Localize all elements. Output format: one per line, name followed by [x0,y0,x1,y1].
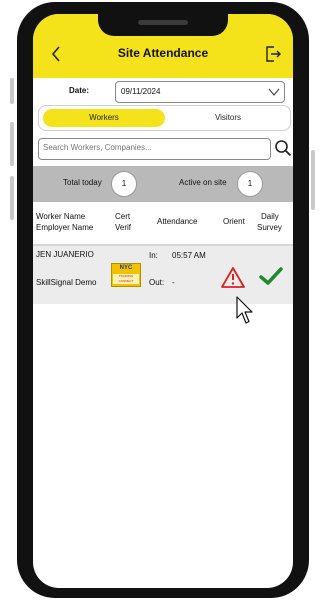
employer-name: SkillSignal Demo [36,278,97,287]
phone-side-button [10,78,14,104]
header-survey: Survey [257,223,282,232]
cert-logo-top: NYC [112,264,140,273]
search-icon[interactable] [274,139,292,157]
chevron-left-icon [51,46,60,62]
logout-icon [266,46,281,62]
search-box [38,138,271,160]
worker-name: JEN JUANERIO [36,250,94,259]
phone-side-button [10,176,14,220]
app-screen: Site Attendance Date: 09/11/2024 Workers… [33,14,293,588]
active-on-site-count: 1 [237,171,263,197]
in-label: In: [149,251,158,260]
out-label: Out: [149,278,165,287]
cert-verif-logo[interactable]: NYC TRAINING CONNECT [111,263,141,287]
header-daily: Daily [261,212,279,221]
header-cert: Cert [115,212,131,221]
phone-side-button [10,122,14,166]
warning-icon[interactable] [221,266,245,288]
date-select[interactable]: 09/11/2024 [115,81,285,103]
page-title: Site Attendance [117,46,209,60]
tab-bar: Workers Visitors [38,105,291,131]
header-attendance: Attendance [157,217,198,226]
speaker-grille [138,20,188,25]
out-time: - [172,278,175,287]
total-today-label: Total today [63,178,102,187]
tab-visitors[interactable]: Visitors [169,109,287,127]
stats-bar: Total today 1 Active on site 1 [33,166,293,202]
total-today-count: 1 [111,171,137,197]
mouse-cursor-icon [236,296,253,324]
back-button[interactable] [47,44,67,64]
header-worker-name: Worker Name [36,212,86,221]
cert-logo-bottom: TRAINING CONNECT [113,274,139,284]
checkmark-icon[interactable] [259,266,283,286]
date-label: Date: [69,86,90,95]
in-time: 05:57 AM [172,251,206,260]
tab-workers[interactable]: Workers [43,109,165,127]
app-header: Site Attendance [33,14,293,78]
phone-side-button [311,150,315,210]
active-on-site-label: Active on site [179,178,227,187]
header-orient: Orient [223,217,245,226]
logout-button[interactable] [263,44,283,64]
chevron-down-icon [268,88,280,96]
header-verif: Verif [115,223,132,232]
date-value: 09/11/2024 [121,87,161,96]
search-input[interactable] [43,143,263,152]
header-employer-name: Employer Name [36,223,94,232]
phone-notch [98,14,228,36]
table-header: Worker Name Employer Name Cert Verif Att… [33,206,293,246]
